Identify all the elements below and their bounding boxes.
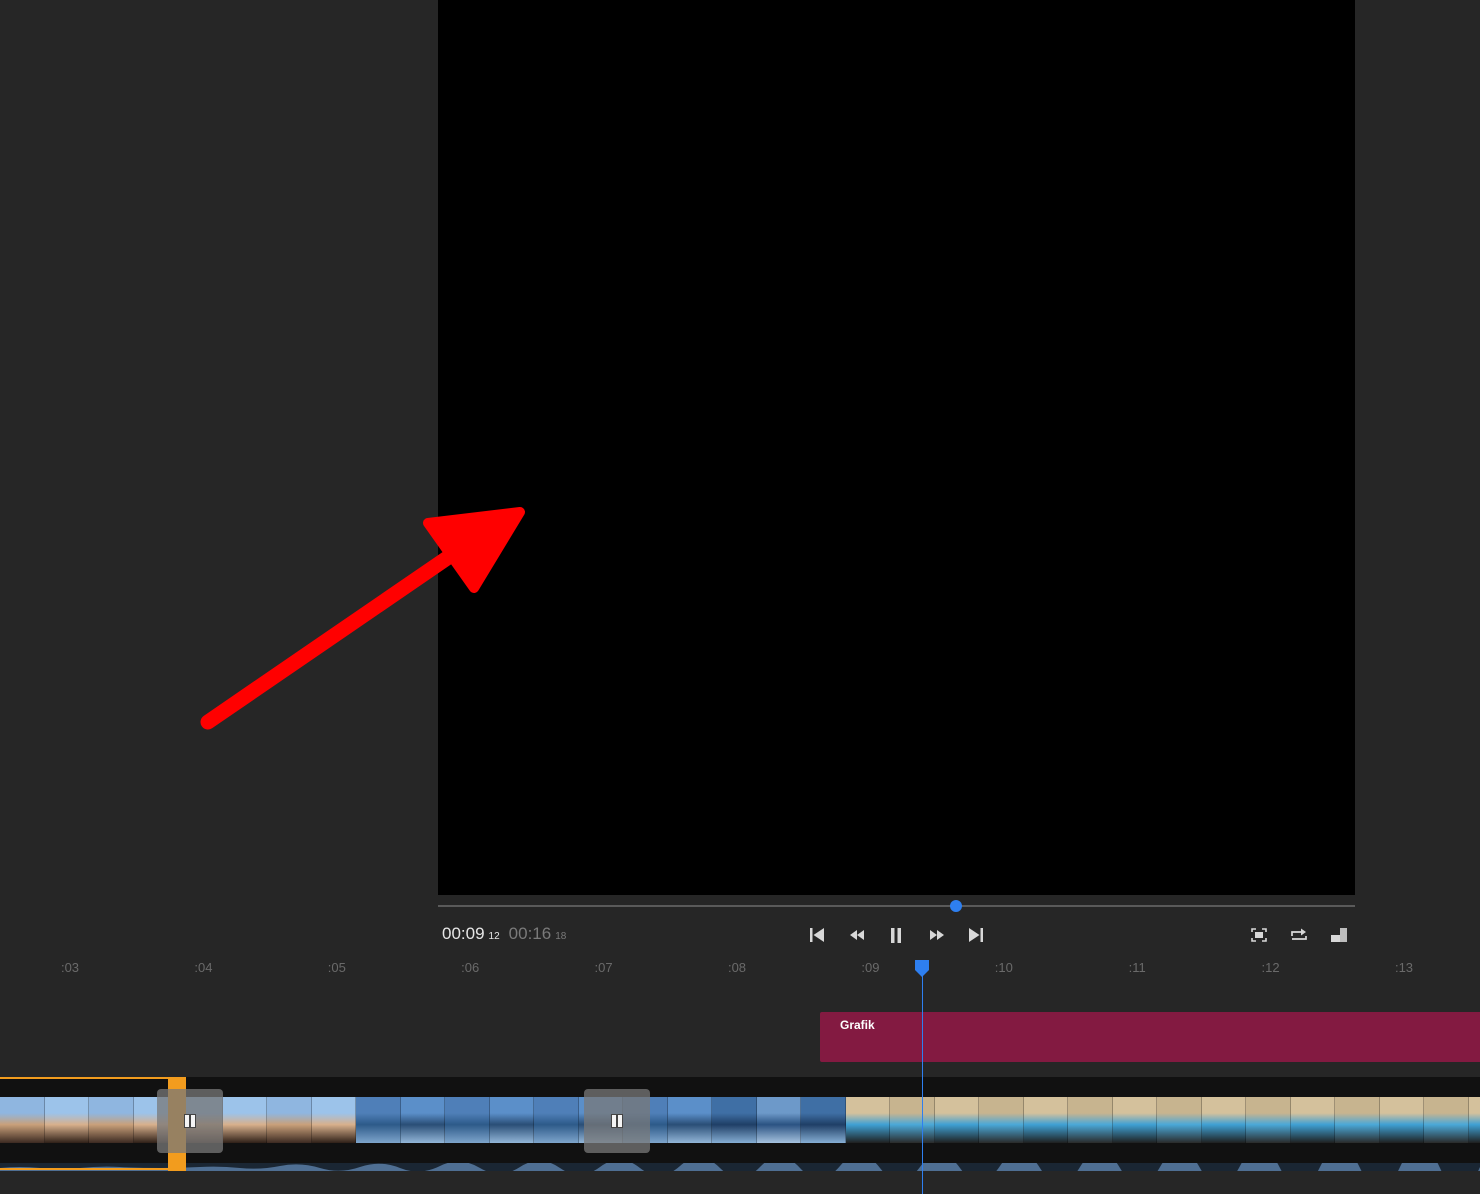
scrub-bar[interactable] <box>438 900 1355 912</box>
transition-marker[interactable] <box>157 1089 223 1153</box>
filmstrip-frame <box>801 1097 846 1143</box>
skip-to-end-button[interactable] <box>965 924 987 946</box>
ruler-tick: :06 <box>461 960 480 975</box>
filmstrip-frame <box>1157 1097 1202 1143</box>
resize-icon <box>1331 928 1347 942</box>
selected-clip[interactable] <box>0 1077 170 1170</box>
ruler-tick: :13 <box>1394 960 1414 975</box>
filmstrip-frame <box>445 1097 490 1143</box>
skip-to-end-icon <box>969 928 983 942</box>
filmstrip-frame <box>756 1097 801 1143</box>
filmstrip-frame <box>1379 1097 1424 1143</box>
filmstrip-frame <box>1023 1097 1068 1143</box>
filmstrip-frame <box>222 1097 267 1143</box>
ruler-tick: :12 <box>1261 960 1280 975</box>
video-preview[interactable] <box>438 0 1355 895</box>
ruler-tick: :10 <box>994 960 1013 975</box>
pause-icon <box>891 927 901 943</box>
ruler-tick: :03 <box>60 960 80 975</box>
filmstrip-frame <box>712 1097 757 1143</box>
filmstrip-frame <box>1468 1097 1480 1143</box>
filmstrip-frame <box>356 1097 401 1143</box>
filmstrip-frame <box>1068 1097 1113 1143</box>
filmstrip-frame <box>400 1097 445 1143</box>
filmstrip-frame <box>1201 1097 1246 1143</box>
scrub-handle[interactable] <box>950 900 963 912</box>
current-time: 00:09 <box>442 924 485 943</box>
ruler-tick: :11 <box>1128 960 1146 975</box>
skip-to-start-icon <box>810 928 824 942</box>
resize-button[interactable] <box>1328 924 1350 946</box>
playhead-marker[interactable] <box>914 959 930 978</box>
filmstrip-frame <box>1112 1097 1157 1143</box>
filmstrip-frame <box>1246 1097 1291 1143</box>
transition-marker[interactable] <box>584 1089 650 1153</box>
skip-to-start-button[interactable] <box>806 924 828 946</box>
timecode-display: 00:09 12 00:16 18 <box>442 924 575 946</box>
fast-forward-button[interactable] <box>925 924 947 946</box>
filmstrip-frame <box>311 1097 356 1143</box>
ruler-tick: :04 <box>194 960 213 975</box>
filmstrip-frame <box>979 1097 1024 1143</box>
filmstrip-frame <box>934 1097 979 1143</box>
total-time: 00:16 <box>508 924 552 943</box>
filmstrip-frame <box>845 1097 890 1143</box>
playhead[interactable] <box>922 970 923 1194</box>
current-frames: 12 <box>488 931 500 942</box>
filmstrip-frame <box>667 1097 712 1143</box>
transition-icon <box>611 1114 623 1128</box>
ruler-tick: :08 <box>727 960 747 975</box>
rewind-button[interactable] <box>846 924 868 946</box>
fast-forward-icon <box>929 930 944 940</box>
loop-icon <box>1291 928 1307 940</box>
transition-icon <box>184 1114 196 1128</box>
graphic-clip[interactable]: Grafik <box>820 1012 1480 1062</box>
filmstrip-frame <box>267 1097 312 1143</box>
rewind-icon <box>849 930 864 940</box>
loop-button[interactable] <box>1288 924 1310 946</box>
pause-button[interactable] <box>885 924 907 946</box>
fit-to-frame-icon <box>1251 928 1267 942</box>
filmstrip-frame <box>1290 1097 1335 1143</box>
fit-to-frame-button[interactable] <box>1248 924 1270 946</box>
ruler-tick: :05 <box>327 960 346 975</box>
filmstrip-frame <box>489 1097 534 1143</box>
filmstrip-frame <box>1335 1097 1380 1143</box>
ruler-tick: :07 <box>594 960 613 975</box>
filmstrip-frame <box>1424 1097 1469 1143</box>
time-ruler[interactable]: :03 :04 :05 :06 :07 :08 :09 :10 :11 :12 :13 <box>0 955 1480 983</box>
filmstrip-frame <box>890 1097 935 1143</box>
graphic-clip-label: Grafik <box>840 1018 875 1032</box>
audio-waveform <box>0 1163 1480 1171</box>
ruler-tick: :09 <box>861 960 880 975</box>
total-frames: 18 <box>555 931 567 942</box>
filmstrip-frame <box>534 1097 579 1143</box>
